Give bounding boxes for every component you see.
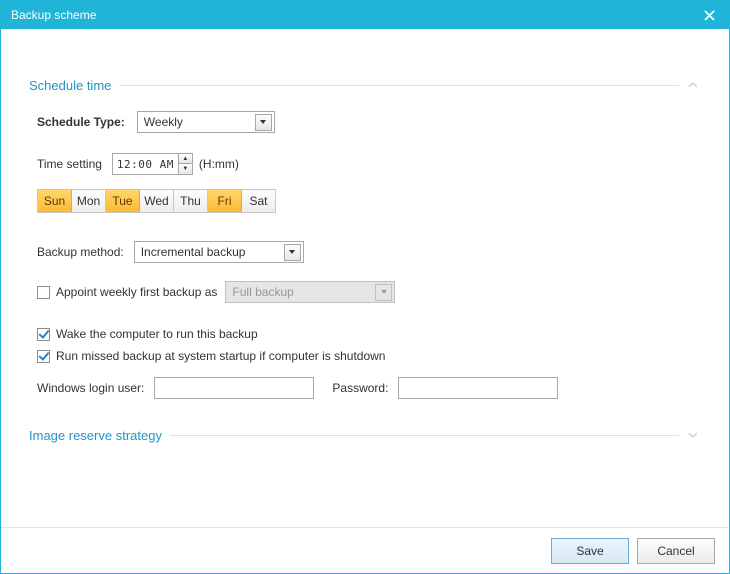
divider xyxy=(170,435,679,436)
day-tue[interactable]: Tue xyxy=(106,190,140,212)
backup-method-select[interactable]: Incremental backup xyxy=(134,241,304,263)
time-setting-label: Time setting xyxy=(37,157,102,171)
spinner-up-icon[interactable]: ▲ xyxy=(179,154,192,164)
window-title: Backup scheme xyxy=(11,8,699,22)
backup-method-value: Incremental backup xyxy=(141,245,246,259)
login-user-input[interactable] xyxy=(154,377,314,399)
password-input[interactable] xyxy=(398,377,558,399)
time-setting-value: 12:00 AM xyxy=(113,158,178,171)
section-schedule-header[interactable]: Schedule time xyxy=(29,77,701,93)
schedule-type-value: Weekly xyxy=(144,115,183,129)
close-icon xyxy=(704,10,715,21)
day-sat[interactable]: Sat xyxy=(242,190,276,212)
dropdown-arrow-icon xyxy=(255,114,272,131)
section-reserve-title: Image reserve strategy xyxy=(29,428,162,443)
appoint-checkbox[interactable] xyxy=(37,286,50,299)
login-user-label: Windows login user: xyxy=(37,381,144,395)
appoint-type-select: Full backup xyxy=(225,281,395,303)
backup-method-label: Backup method: xyxy=(37,245,124,259)
missed-checkbox[interactable] xyxy=(37,350,50,363)
titlebar: Backup scheme xyxy=(1,1,729,29)
missed-label: Run missed backup at system startup if c… xyxy=(56,349,385,363)
appoint-type-value: Full backup xyxy=(232,285,293,299)
schedule-type-label: Schedule Type: xyxy=(37,115,125,129)
day-sun[interactable]: Sun xyxy=(38,190,72,212)
section-schedule-title: Schedule time xyxy=(29,78,111,93)
day-selector: SunMonTueWedThuFriSat xyxy=(37,189,276,213)
time-setting-spinner[interactable]: 12:00 AM ▲ ▼ xyxy=(112,153,193,175)
wake-checkbox[interactable] xyxy=(37,328,50,341)
appoint-label: Appoint weekly first backup as xyxy=(56,285,217,299)
day-thu[interactable]: Thu xyxy=(174,190,208,212)
password-label: Password: xyxy=(332,381,388,395)
chevron-down-icon xyxy=(685,427,701,443)
close-button[interactable] xyxy=(699,5,719,25)
section-schedule-body: Schedule Type: Weekly Time setting 12:00… xyxy=(29,111,701,399)
cancel-button[interactable]: Cancel xyxy=(637,538,715,564)
time-format-hint: (H:mm) xyxy=(199,157,239,171)
footer: Save Cancel xyxy=(1,527,729,573)
divider xyxy=(119,85,679,86)
schedule-type-select[interactable]: Weekly xyxy=(137,111,275,133)
dropdown-arrow-icon xyxy=(284,244,301,261)
dropdown-arrow-icon xyxy=(375,284,392,301)
wake-label: Wake the computer to run this backup xyxy=(56,327,258,341)
day-wed[interactable]: Wed xyxy=(140,190,174,212)
spinner-down-icon[interactable]: ▼ xyxy=(179,164,192,174)
save-button[interactable]: Save xyxy=(551,538,629,564)
day-fri[interactable]: Fri xyxy=(208,190,242,212)
section-reserve-header[interactable]: Image reserve strategy xyxy=(29,427,701,443)
day-mon[interactable]: Mon xyxy=(72,190,106,212)
chevron-up-icon xyxy=(685,77,701,93)
